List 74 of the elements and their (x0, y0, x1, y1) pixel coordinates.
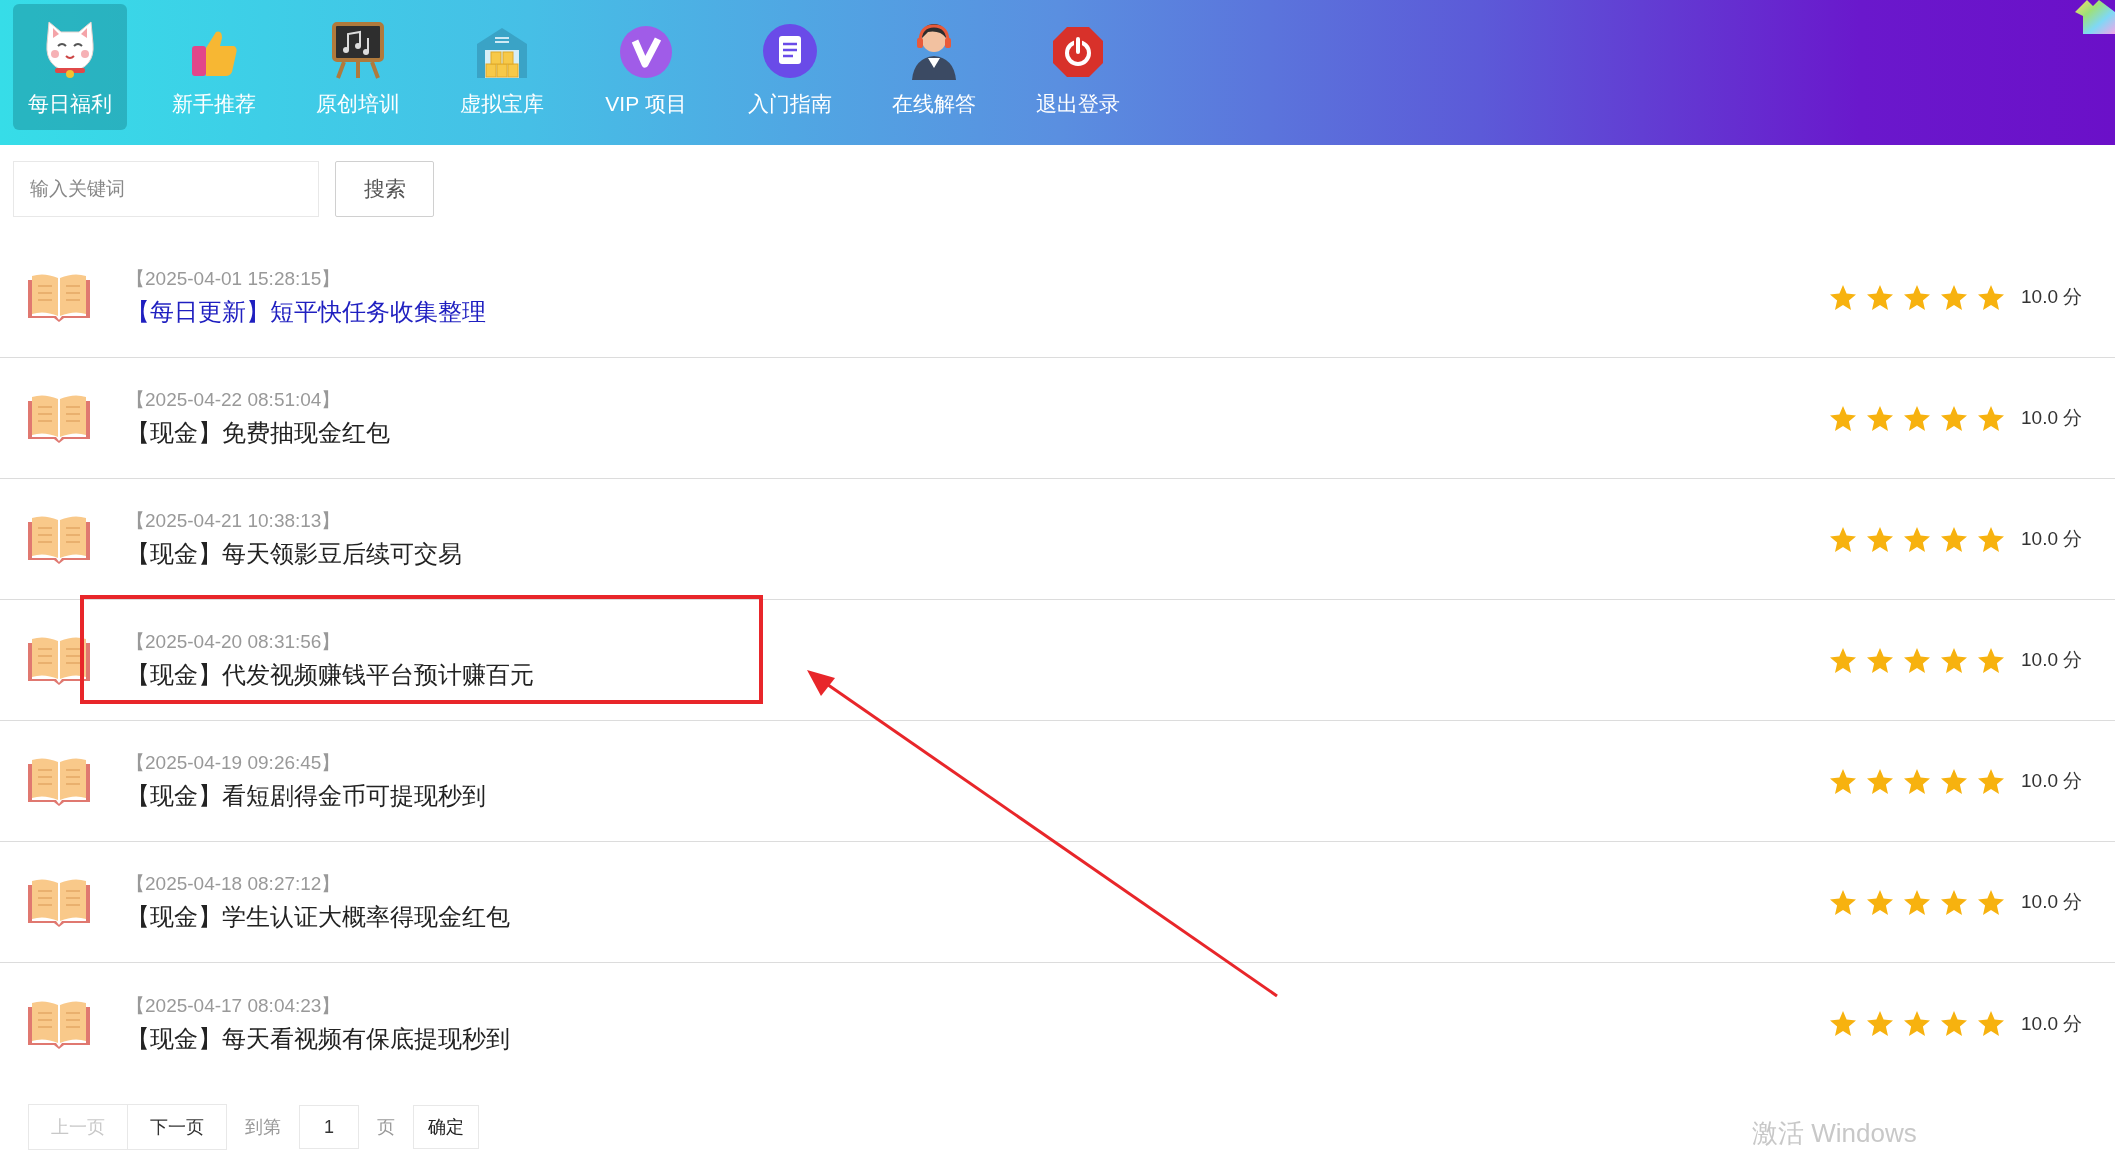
music-board-icon (330, 20, 386, 80)
star-icon (1977, 1010, 2005, 1037)
search-field[interactable]: 输入关键词 (13, 161, 319, 217)
vip-v-icon (618, 24, 674, 80)
article-date: 【2025-04-17 08:04:23】 (126, 993, 341, 1018)
article-date: 【2025-04-01 15:28:15】 (126, 267, 341, 291)
star-icon (1903, 404, 1931, 432)
rainbow-house-icon[interactable] (2073, 0, 2115, 34)
star-icon (1940, 1010, 1968, 1037)
star-icon (1829, 888, 1857, 916)
star-icon (1829, 525, 1857, 553)
article-score: 10.0 分 (2021, 648, 2084, 672)
star-icon (1866, 1010, 1894, 1037)
star-icon (1940, 404, 1968, 432)
star-icon (1829, 646, 1857, 674)
article-date: 【2025-04-19 09:26:45】 (126, 751, 341, 775)
article-title-link[interactable]: 【现金】看短剧得金币可提现秒到 (126, 780, 486, 812)
article-title-link[interactable]: 【现金】学生认证大概率得现金红包 (126, 901, 510, 933)
power-icon (1050, 24, 1106, 80)
star-icon (1977, 888, 2005, 916)
article-score: 10.0 分 (2021, 1011, 2084, 1036)
book-icon (28, 635, 90, 685)
article-score: 10.0 分 (2021, 769, 2084, 793)
search-button[interactable]: 搜索 (335, 161, 434, 217)
article-title-link[interactable]: 【现金】每天领影豆后续可交易 (126, 538, 462, 570)
book-icon (28, 877, 90, 927)
star-icon (1903, 646, 1931, 674)
article-score: 10.0 分 (2021, 406, 2084, 430)
article-score: 10.0 分 (2021, 890, 2084, 914)
star-icon (1866, 646, 1894, 674)
page-unit-label: 页 (377, 1116, 395, 1139)
star-icon (1903, 888, 1931, 916)
book-icon (28, 272, 90, 322)
goto-label: 到第 (245, 1116, 281, 1139)
document-icon (761, 22, 819, 80)
star-icon (1903, 767, 1931, 795)
star-icon (1977, 525, 2005, 553)
star-icon (1903, 525, 1931, 553)
star-icon (1829, 1010, 1857, 1037)
star-icon (1903, 1010, 1931, 1037)
star-icon (1903, 283, 1931, 311)
article-score: 10.0 分 (2021, 527, 2084, 551)
article-date: 【2025-04-21 10:38:13】 (126, 509, 341, 533)
book-icon (28, 756, 90, 806)
star-icon (1829, 404, 1857, 432)
star-icon (1977, 767, 2005, 795)
article-title-link[interactable]: 【现金】每天看视频有保底提现秒到 (126, 1022, 510, 1055)
star-icon (1940, 767, 1968, 795)
book-icon (28, 393, 90, 443)
star-icon (1866, 888, 1894, 916)
star-icon (1977, 646, 2005, 674)
article-title-link[interactable]: 【每日更新】短平快任务收集整理 (126, 296, 486, 328)
star-icon (1866, 404, 1894, 432)
article-date: 【2025-04-18 08:27:12】 (126, 872, 341, 896)
article-date: 【2025-04-20 08:31:56】 (126, 630, 341, 654)
article-title-link[interactable]: 【现金】代发视频赚钱平台预计赚百元 (126, 659, 534, 691)
book-icon (28, 998, 90, 1049)
star-icon (1866, 283, 1894, 311)
confirm-button[interactable]: 确定 (413, 1105, 479, 1149)
book-icon (28, 514, 90, 564)
star-icon (1829, 767, 1857, 795)
star-icon (1940, 888, 1968, 916)
star-icon (1829, 283, 1857, 311)
star-icon (1866, 767, 1894, 795)
star-icon (1977, 283, 2005, 311)
star-icon (1940, 646, 1968, 674)
star-icon (1940, 525, 1968, 553)
star-icon (1977, 404, 2005, 432)
star-icon (1866, 525, 1894, 553)
article-title-link[interactable]: 【现金】免费抽现金红包 (126, 417, 390, 449)
page-number-field[interactable]: 1 (299, 1105, 359, 1149)
article-date: 【2025-04-22 08:51:04】 (126, 388, 341, 412)
article-score: 10.0 分 (2021, 285, 2084, 309)
star-icon (1940, 283, 1968, 311)
